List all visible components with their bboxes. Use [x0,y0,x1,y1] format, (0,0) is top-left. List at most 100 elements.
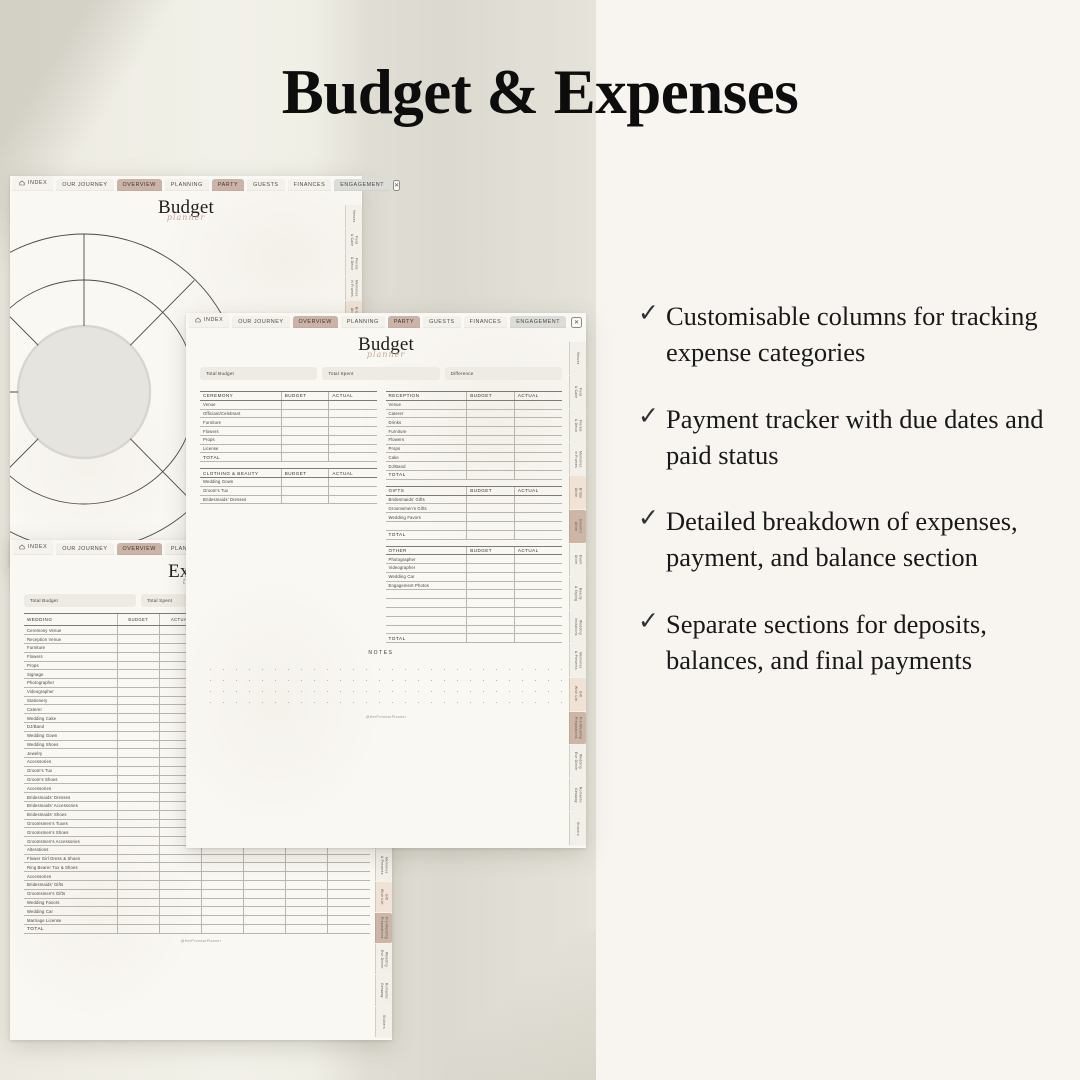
row-cell[interactable] [328,495,377,505]
table-row[interactable]: Wedding Favors [24,898,370,908]
row-cell[interactable] [200,915,244,925]
row-cell[interactable] [200,889,244,899]
table-row[interactable]: Groomsmen's Gifts [385,503,562,514]
row-cell[interactable] [158,924,202,934]
side-tab-wedding-invitations[interactable]: Wedding Invitations [569,610,586,644]
close-icon[interactable]: ✕ [393,180,401,191]
row-cell[interactable] [327,906,370,917]
row-cell[interactable] [116,906,160,917]
row-cell[interactable] [116,792,160,802]
row-cell[interactable] [280,426,329,436]
row-cell[interactable] [513,452,562,463]
row-cell[interactable] [513,409,562,419]
side-tab-food-cake[interactable]: Food & Cake [569,375,586,409]
side-tab-event-attire[interactable]: Event Attire [569,543,586,577]
tab-index[interactable]: INDEX [13,540,54,555]
row-cell[interactable] [513,512,562,522]
row-cell[interactable] [513,470,562,480]
side-tab-pre-wedding-preparations[interactable]: Pre-Wedding Preparations [569,711,586,745]
row-cell[interactable] [285,854,328,864]
tab-engagement[interactable]: ENGAGEMENT [334,179,391,191]
side-tab-beauty-styling[interactable]: Beauty & Styling [569,577,586,610]
row-cell[interactable] [116,740,160,750]
row-cell[interactable] [280,444,329,454]
table-row[interactable]: Accessories [24,871,370,882]
row-cell[interactable] [466,435,515,445]
row-cell[interactable] [513,572,562,582]
table-row[interactable]: License [200,444,377,454]
row-cell[interactable] [116,748,160,759]
row-cell[interactable] [116,783,160,794]
row-cell[interactable] [466,495,515,505]
row-cell[interactable] [466,503,515,514]
tab-our-journey[interactable]: OUR JOURNEY [56,543,114,555]
row-cell[interactable] [285,862,328,873]
table-row[interactable]: Bridesmaids' Dresses [200,495,377,505]
row-cell[interactable] [466,452,515,463]
row-cell[interactable] [466,589,515,600]
row-cell[interactable] [285,871,328,882]
row-cell[interactable] [200,854,244,864]
row-cell[interactable] [513,521,562,531]
budget-table[interactable]: CLOTHING & BEAUTY BUDGET ACTUAL Wedding Gow… [200,468,377,505]
row-cell[interactable] [158,880,202,890]
tab-index[interactable]: INDEX [13,176,54,191]
tab-bar[interactable]: INDEX OUR JOURNEY OVERVIEW PLANNING PARTY GUE… [10,176,401,191]
row-cell[interactable] [466,400,515,410]
tab-overview[interactable]: OVERVIEW [292,316,338,328]
row-cell[interactable] [285,915,328,925]
side-tab-romantic-getaway[interactable]: Romantic Getaway [375,975,392,1006]
row-cell[interactable] [116,810,160,820]
row-cell[interactable] [466,633,515,644]
row-cell[interactable] [328,444,377,454]
row-cell[interactable] [158,915,202,925]
row-cell[interactable] [328,435,377,445]
row-cell[interactable] [466,616,515,626]
row-cell[interactable] [243,854,286,864]
row-cell[interactable] [327,862,370,873]
summary-difference[interactable]: Difference [444,367,562,380]
row-cell[interactable] [116,889,160,899]
row-cell[interactable] [116,766,160,776]
side-tab-memories-presents[interactable]: Memories & Presents [569,644,586,677]
table-row[interactable]: Props [385,444,562,454]
row-cell[interactable] [513,633,562,644]
side-tab-venues[interactable]: Venues [345,205,362,228]
table-row[interactable]: Cake [385,452,562,463]
table-row[interactable]: Engagement Photos [385,581,562,591]
row-cell[interactable] [466,530,515,540]
row-cell[interactable] [513,607,562,617]
tab-index[interactable]: INDEX [189,313,230,328]
side-tab-pre-wedding-preparations[interactable]: Pre-Wedding Preparations [375,912,392,944]
row-cell[interactable] [466,512,515,522]
side-tab-gift-wish-list[interactable]: Gift Wish List [375,881,392,912]
row-cell[interactable] [116,862,160,873]
table-row[interactable] [385,616,562,626]
tab-finances[interactable]: FINANCES [463,316,508,328]
row-cell[interactable] [328,452,377,463]
summary-total-spent[interactable]: Total Spent [322,367,440,380]
row-cell[interactable] [116,704,160,715]
row-cell[interactable] [327,880,370,890]
tab-planning[interactable]: PLANNING [340,316,385,328]
side-tab-food-cake[interactable]: Food & Cake [345,228,362,252]
row-cell[interactable] [513,435,562,445]
row-cell[interactable] [466,607,515,617]
row-cell[interactable] [116,634,160,644]
table-row[interactable]: Wedding Gown [200,477,377,487]
row-cell[interactable] [243,880,286,890]
side-tab-memories-presents[interactable]: Memories & Presents [375,850,392,881]
row-cell[interactable] [328,409,377,419]
row-cell[interactable] [513,426,562,436]
row-cell[interactable] [327,854,370,864]
side-tab-florals-d-cor[interactable]: Florals & Décor [569,409,586,442]
row-cell[interactable] [280,486,329,496]
row-cell[interactable] [116,652,160,662]
budget-table[interactable]: GIFTS BUDGET ACTUAL Bridesmaids' Gifts Groo… [385,485,562,540]
row-cell[interactable] [513,400,562,410]
row-cell[interactable] [116,819,160,829]
row-cell[interactable] [513,589,562,600]
row-cell[interactable] [513,598,562,608]
row-cell[interactable] [285,898,328,908]
row-cell[interactable] [513,530,562,540]
